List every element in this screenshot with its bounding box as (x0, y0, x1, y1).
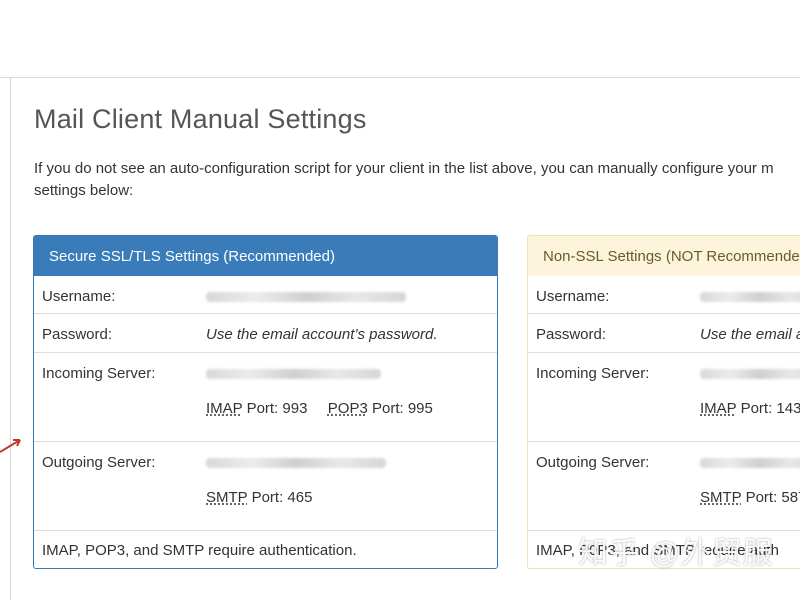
watermark-text: 知乎 @外贸服 (578, 537, 774, 570)
password-label: Password: (42, 326, 113, 343)
password-value: Use the email a (700, 326, 800, 343)
username-value-redacted (700, 288, 800, 305)
incoming-server-label: Incoming Server: (536, 365, 650, 382)
incoming-server-value-redacted (700, 365, 800, 382)
secure-auth-note-row: IMAP, POP3, and SMTP require authenticat… (34, 530, 497, 568)
secure-outgoing-row: Outgoing Server: SMTP Port: 465 (34, 441, 497, 530)
incoming-server-value-redacted (206, 365, 381, 382)
imap-port: Port: 993 (246, 400, 308, 417)
outgoing-server-value-redacted (700, 454, 800, 471)
outgoing-server-value-redacted (206, 454, 386, 471)
imap-port: Port: 143 (740, 400, 800, 417)
outgoing-ports: SMTP Port: 587 (700, 489, 800, 506)
imap-abbr: IMAP (206, 400, 243, 417)
username-label: Username: (42, 288, 116, 305)
smtp-port: Port: 465 (251, 489, 313, 506)
secure-incoming-row: Incoming Server: IMAP Port: 993 POP3 Por… (34, 352, 497, 441)
outgoing-ports: SMTP Port: 465 (206, 489, 312, 506)
secure-panel-header: Secure SSL/TLS Settings (Recommended) (34, 236, 497, 276)
pop3-abbr: POP3 (327, 400, 368, 417)
left-divider (10, 78, 11, 600)
page-title: Mail Client Manual Settings (34, 104, 367, 134)
secure-settings-panel: Secure SSL/TLS Settings (Recommended) Us… (33, 235, 498, 569)
outgoing-server-label: Outgoing Server: (42, 454, 156, 471)
username-value-redacted (206, 288, 406, 305)
incoming-ports: IMAP Port: 143 (700, 400, 800, 417)
pop3-port: Port: 995 (372, 400, 433, 417)
outgoing-server-label: Outgoing Server: (536, 454, 650, 471)
secure-password-row: Password: Use the email account’s passwo… (34, 313, 497, 352)
top-divider (0, 77, 800, 78)
password-label: Password: (536, 326, 607, 343)
nonssl-username-row: Username: (528, 276, 800, 313)
nonssl-panel-header: Non-SSL Settings (NOT Recommende (528, 236, 800, 276)
smtp-port: Port: 587 (745, 489, 800, 506)
nonssl-settings-panel: Non-SSL Settings (NOT Recommende Usernam… (527, 235, 800, 569)
imap-abbr: IMAP (700, 400, 737, 417)
nonssl-password-row: Password: Use the email a (528, 313, 800, 352)
intro-line-2: settings below: (34, 182, 134, 199)
red-arrow-icon (0, 439, 21, 453)
secure-username-row: Username: (34, 276, 497, 313)
incoming-server-label: Incoming Server: (42, 365, 156, 382)
smtp-abbr: SMTP (206, 489, 248, 506)
nonssl-outgoing-row: Outgoing Server: SMTP Port: 587 (528, 441, 800, 530)
intro-text: If you do not see an auto-configuration … (34, 158, 800, 202)
nonssl-incoming-row: Incoming Server: IMAP Port: 143 (528, 352, 800, 441)
username-label: Username: (536, 288, 610, 305)
auth-note: IMAP, POP3, and SMTP require authenticat… (42, 542, 357, 559)
password-value: Use the email account’s password. (206, 326, 438, 343)
smtp-abbr: SMTP (700, 489, 742, 506)
intro-line-1: If you do not see an auto-configuration … (34, 160, 774, 177)
incoming-ports: IMAP Port: 993 POP3 Port: 995 (206, 400, 433, 417)
